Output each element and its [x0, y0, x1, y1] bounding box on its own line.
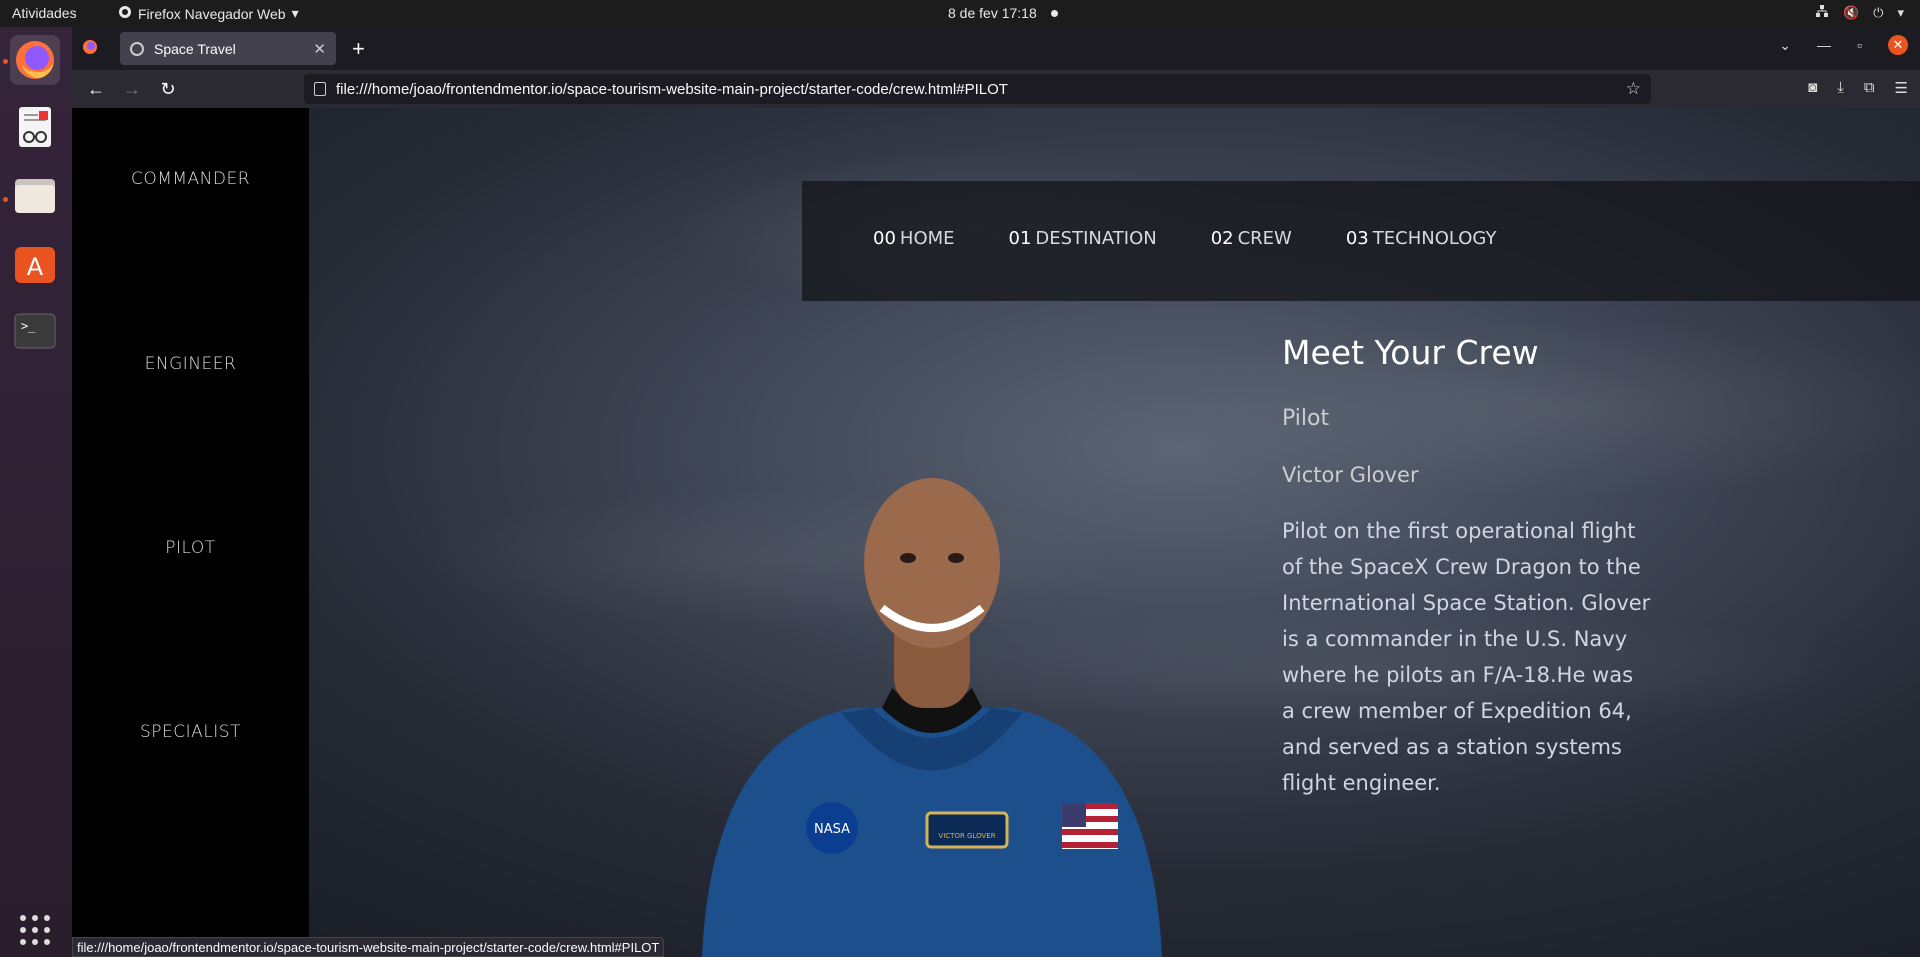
url-bar[interactable]: file:///home/joao/frontendmentor.io/spac…	[304, 74, 1651, 104]
system-top-bar: Atividades Firefox Navegador Web ▾ 8 de …	[0, 0, 1920, 27]
list-tabs-icon[interactable]: ⌄	[1779, 37, 1791, 54]
show-apps-button[interactable]	[20, 915, 50, 945]
crew-nav-specialist[interactable]: SPECIALIST	[72, 722, 309, 742]
tab-space-travel[interactable]: Space Travel ✕	[120, 32, 336, 65]
svg-text:NASA: NASA	[814, 822, 850, 837]
browser-window: Space Travel ✕ + ⌄ — ▫ ✕ ← → ↻ file:///h…	[72, 27, 1920, 957]
url-text: file:///home/joao/frontendmentor.io/spac…	[336, 80, 1008, 98]
bookmark-star-icon[interactable]: ☆	[1626, 79, 1641, 99]
running-indicator	[3, 59, 8, 64]
minimize-button[interactable]: —	[1817, 37, 1831, 53]
nav-crew[interactable]: 02 CREW	[1211, 228, 1292, 249]
dock: A >_	[0, 27, 72, 957]
svg-text:VICTOR GLOVER: VICTOR GLOVER	[938, 832, 995, 840]
svg-text:A: A	[27, 253, 44, 281]
crew-name: Victor Glover	[1282, 463, 1419, 487]
notification-dot	[1050, 9, 1058, 17]
crew-bio: Pilot on the first operational flight of…	[1282, 519, 1651, 795]
nasa-patch: NASA	[806, 802, 858, 854]
window-close-button[interactable]: ✕	[1888, 35, 1908, 55]
downloads-icon[interactable]: ⤓	[1837, 79, 1844, 97]
clock-label: 8 de fev 17:18	[948, 5, 1037, 21]
back-button[interactable]: ←	[78, 79, 114, 100]
network-icon	[1815, 4, 1829, 21]
tab-bar: Space Travel ✕ + ⌄ — ▫ ✕	[72, 27, 1920, 70]
nav-home[interactable]: 00 HOME	[873, 228, 955, 249]
crew-side-nav: COMMANDER ENGINEER PILOT SPECIALIST	[72, 108, 309, 957]
menu-icon[interactable]: ☰	[1895, 79, 1908, 97]
firefox-icon	[16, 41, 54, 79]
dock-terminal[interactable]: >_	[10, 306, 60, 356]
firefox-icon	[118, 5, 132, 22]
crew-nav-commander[interactable]: COMMANDER	[72, 169, 309, 189]
app-menu-label: Firefox Navegador Web	[138, 5, 286, 22]
new-tab-button[interactable]: +	[352, 36, 365, 62]
crew-role: Pilot	[1282, 406, 1330, 431]
app-menu[interactable]: Firefox Navegador Web ▾	[118, 5, 299, 22]
dock-software-center[interactable]: A	[10, 238, 60, 288]
dock-firefox[interactable]	[10, 35, 60, 85]
crew-nav-pilot[interactable]: PILOT	[72, 538, 309, 558]
page-heading: Meet Your Crew	[1282, 333, 1539, 372]
main-nav: 00 HOME 01 DESTINATION 02 CREW 03 TECHNOLOGY	[802, 181, 1920, 301]
software-center-icon: A	[15, 247, 55, 283]
name-patch: VICTOR GLOVER	[925, 811, 1009, 849]
system-tray[interactable]: 🔇 ⏻ ▾	[1815, 4, 1904, 21]
crew-info: Meet Your Crew Pilot Victor Glover Pilot…	[1282, 333, 1652, 801]
page-icon	[314, 82, 326, 96]
running-indicator	[3, 197, 8, 202]
us-flag-patch	[1062, 803, 1118, 849]
chevron-down-icon: ▾	[291, 5, 299, 21]
power-icon: ⏻	[1873, 4, 1884, 20]
volume-icon: 🔇	[1842, 4, 1860, 20]
link-status-bar: file:///home/joao/frontendmentor.io/spac…	[72, 937, 665, 957]
nav-toolbar: ← → ↻ file:///home/joao/frontendmentor.i…	[72, 70, 1920, 108]
nav-destination[interactable]: 01 DESTINATION	[1009, 228, 1157, 249]
globe-icon	[130, 41, 144, 56]
dock-files[interactable]	[10, 170, 60, 220]
activities-button[interactable]: Atividades	[12, 5, 77, 21]
window-controls: ⌄ — ▫ ✕	[1779, 35, 1908, 55]
svg-text:>_: >_	[21, 319, 36, 333]
clock[interactable]: 8 de fev 17:18	[948, 5, 1058, 21]
folder-icon	[15, 179, 55, 213]
forward-button[interactable]: →	[114, 79, 150, 100]
document-viewer-icon	[19, 107, 51, 147]
firefox-view-icon[interactable]	[82, 39, 98, 60]
toolbar-actions: ◙ ⤓ ⧉ ☰	[1808, 79, 1908, 97]
terminal-icon: >_	[14, 313, 56, 349]
nav-technology[interactable]: 03 TECHNOLOGY	[1346, 228, 1497, 249]
pocket-icon[interactable]: ◙	[1808, 79, 1817, 97]
reload-button[interactable]: ↻	[150, 79, 186, 100]
chevron-down-icon: ▾	[1897, 4, 1904, 20]
tab-title: Space Travel	[154, 40, 236, 57]
page-viewport: COMMANDER ENGINEER PILOT SPECIALIST 00 HO…	[72, 108, 1920, 957]
astronaut-portrait: NASA VICTOR GLOVER	[702, 478, 1162, 957]
extensions-icon[interactable]: ⧉	[1864, 79, 1875, 97]
dock-document-viewer[interactable]	[10, 102, 60, 152]
close-icon[interactable]: ✕	[313, 40, 326, 58]
crew-nav-engineer[interactable]: ENGINEER	[72, 354, 309, 374]
maximize-button[interactable]: ▫	[1857, 37, 1862, 53]
